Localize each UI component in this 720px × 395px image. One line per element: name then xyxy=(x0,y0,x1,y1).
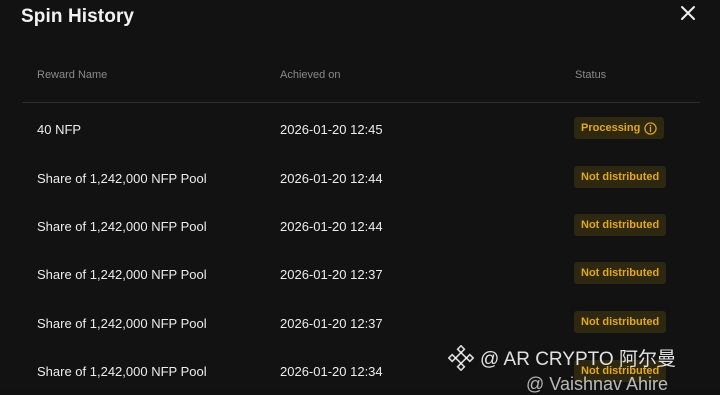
reward-name: Share of 1,242,000 NFP Pool xyxy=(37,364,207,379)
status-label: Not distributed xyxy=(581,316,660,328)
close-button[interactable] xyxy=(676,1,700,25)
reward-name: Share of 1,242,000 NFP Pool xyxy=(37,171,207,186)
status-label: Processing xyxy=(581,122,641,134)
modal-title: Spin History xyxy=(21,6,135,27)
status-badge: Not distributed xyxy=(574,360,667,382)
status-label: Not distributed xyxy=(581,219,660,231)
header-divider xyxy=(22,102,700,103)
achieved-date: 2026-01-20 12:44 xyxy=(280,219,383,234)
column-header-status: Status xyxy=(575,69,607,81)
status-label: Not distributed xyxy=(581,267,660,279)
achieved-date: 2026-01-20 12:34 xyxy=(280,364,383,379)
table-row: 40 NFP 2026-01-20 12:45 Processing xyxy=(0,112,720,160)
achieved-date: 2026-01-20 12:45 xyxy=(280,122,383,137)
column-header-reward-name: Reward Name xyxy=(37,69,108,81)
table-row: Share of 1,242,000 NFP Pool 2026-01-20 1… xyxy=(0,258,720,306)
table-header: Reward Name Achieved on Status xyxy=(0,62,720,90)
status-badge: Processing xyxy=(574,117,665,139)
status-badge: Not distributed xyxy=(574,166,667,188)
achieved-date: 2026-01-20 12:37 xyxy=(280,316,383,331)
reward-name: Share of 1,242,000 NFP Pool xyxy=(37,316,207,331)
table-row: Share of 1,242,000 NFP Pool 2026-01-20 1… xyxy=(0,161,720,209)
status-label: Not distributed xyxy=(581,171,660,183)
table-row: Share of 1,242,000 NFP Pool 2026-01-20 1… xyxy=(0,307,720,355)
table-row: Share of 1,242,000 NFP Pool 2026-01-20 1… xyxy=(0,356,720,387)
info-icon[interactable] xyxy=(644,121,657,135)
status-label: Not distributed xyxy=(581,365,660,377)
close-icon xyxy=(681,6,695,20)
column-header-achieved-on: Achieved on xyxy=(280,69,341,81)
reward-name: Share of 1,242,000 NFP Pool xyxy=(37,267,207,282)
achieved-date: 2026-01-20 12:37 xyxy=(280,267,383,282)
status-badge: Not distributed xyxy=(574,311,667,333)
reward-name: Share of 1,242,000 NFP Pool xyxy=(37,219,207,234)
table-row: Share of 1,242,000 NFP Pool 2026-01-20 1… xyxy=(0,210,720,258)
status-badge: Not distributed xyxy=(574,262,667,284)
achieved-date: 2026-01-20 12:44 xyxy=(280,171,383,186)
reward-name: 40 NFP xyxy=(37,122,82,137)
status-badge: Not distributed xyxy=(574,214,667,236)
spin-history-modal: Spin History Reward Name Achieved on Sta… xyxy=(0,0,720,394)
